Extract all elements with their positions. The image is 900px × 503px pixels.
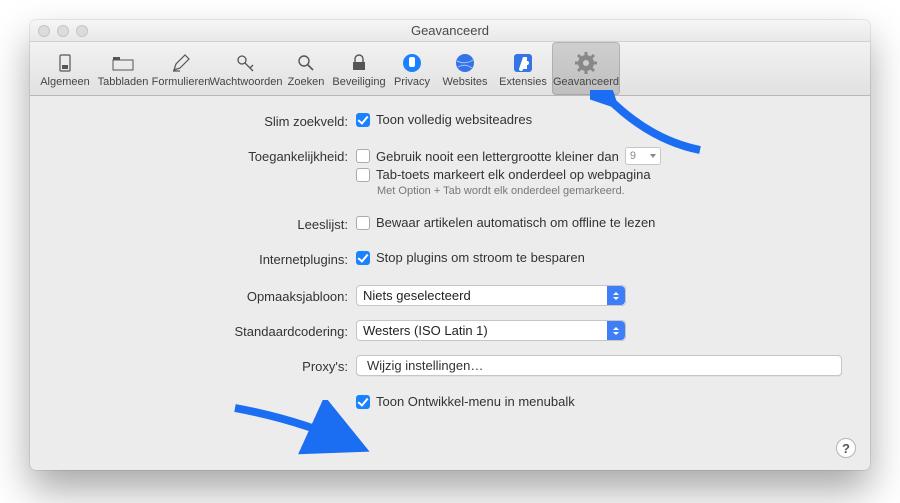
tab-security[interactable]: Beveiliging (330, 42, 388, 95)
tab-passwords[interactable]: Wachtwoorden (210, 42, 282, 95)
hint-option-tab: Met Option + Tab wordt elk onderdeel gem… (377, 185, 842, 197)
select-fontsize[interactable]: 9 (625, 147, 661, 165)
label-encoding: Standaardcodering: (58, 320, 356, 339)
checkbox-label: Tab-toets markeert elk onderdeel op webp… (376, 167, 651, 182)
button-label: Wijzig instellingen… (367, 358, 483, 373)
checkbox-icon (356, 168, 370, 182)
window-title: Geavanceerd (411, 23, 489, 38)
checkbox-min-fontsize[interactable]: Gebruik nooit een lettergrootte kleiner … (356, 147, 842, 165)
label-plugins: Internetplugins: (58, 250, 356, 267)
label-reading-list: Leeslijst: (58, 215, 356, 232)
select-value: Westers (ISO Latin 1) (363, 323, 488, 338)
select-value: Niets geselecteerd (363, 288, 471, 303)
label-smart-search: Slim zoekveld: (58, 112, 356, 129)
checkbox-tab-highlight[interactable]: Tab-toets markeert elk onderdeel op webp… (356, 167, 842, 182)
checkbox-label: Stop plugins om stroom te besparen (376, 250, 585, 265)
tab-websites[interactable]: Websites (436, 42, 494, 95)
label-stylesheet: Opmaaksjabloon: (58, 285, 356, 304)
tab-advanced[interactable]: Geavanceerd (552, 42, 620, 95)
tab-autofill[interactable]: Formulieren (152, 42, 210, 95)
tab-label: Formulieren (152, 76, 211, 89)
checkbox-save-offline[interactable]: Bewaar artikelen automatisch om offline … (356, 215, 842, 230)
hand-icon (398, 51, 426, 75)
checkbox-stop-plugins[interactable]: Stop plugins om stroom te besparen (356, 250, 842, 265)
checkbox-icon (356, 149, 370, 163)
tabs-icon (109, 51, 137, 75)
checkbox-label: Toon Ontwikkel-menu in menubalk (376, 394, 575, 409)
search-icon (292, 51, 320, 75)
select-encoding[interactable]: Westers (ISO Latin 1) (356, 320, 626, 341)
lock-icon (345, 51, 373, 75)
tab-label: Wachtwoorden (210, 76, 283, 89)
content-pane: Slim zoekveld: Toon volledig websiteadre… (30, 96, 870, 425)
chevron-updown-icon (607, 321, 625, 340)
checkbox-develop-menu[interactable]: Toon Ontwikkel-menu in menubalk (356, 394, 842, 409)
general-icon (51, 51, 79, 75)
checkbox-icon (356, 216, 370, 230)
select-value: 9 (630, 150, 636, 162)
tab-label: Beveiliging (332, 76, 385, 89)
globe-icon (451, 51, 479, 75)
label-accessibility: Toegankelijkheid: (58, 147, 356, 164)
help-button[interactable]: ? (836, 438, 856, 458)
select-stylesheet[interactable]: Niets geselecteerd (356, 285, 626, 306)
checkbox-label: Bewaar artikelen automatisch om offline … (376, 215, 655, 230)
tab-search[interactable]: Zoeken (282, 42, 330, 95)
minimize-icon[interactable] (57, 25, 69, 37)
traffic-lights (38, 25, 88, 37)
key-icon (232, 51, 260, 75)
tab-label: Extensies (499, 76, 547, 89)
checkbox-full-address[interactable]: Toon volledig websiteadres (356, 112, 842, 127)
tab-tabs[interactable]: Tabbladen (94, 42, 152, 95)
checkbox-icon (356, 113, 370, 127)
gear-icon (572, 51, 600, 75)
toolbar: Algemeen Tabbladen Formulieren Wachtwoor… (30, 42, 870, 96)
preferences-window: Geavanceerd Algemeen Tabbladen Formulier… (30, 20, 870, 470)
checkbox-label: Toon volledig websiteadres (376, 112, 532, 127)
tab-label: Algemeen (40, 76, 90, 89)
zoom-icon[interactable] (76, 25, 88, 37)
tab-label: Geavanceerd (553, 76, 619, 89)
tab-extensions[interactable]: Extensies (494, 42, 552, 95)
checkbox-label: Gebruik nooit een lettergrootte kleiner … (376, 149, 619, 164)
titlebar: Geavanceerd (30, 20, 870, 42)
tab-general[interactable]: Algemeen (36, 42, 94, 95)
label-proxy: Proxy's: (58, 355, 356, 374)
close-icon[interactable] (38, 25, 50, 37)
checkbox-icon (356, 251, 370, 265)
puzzle-icon (509, 51, 537, 75)
chevron-updown-icon (607, 286, 625, 305)
tab-privacy[interactable]: Privacy (388, 42, 436, 95)
checkbox-icon (356, 395, 370, 409)
tab-label: Websites (442, 76, 487, 89)
button-change-proxy[interactable]: Wijzig instellingen… (356, 355, 842, 376)
help-label: ? (842, 441, 850, 456)
pen-icon (167, 51, 195, 75)
tab-label: Tabbladen (98, 76, 149, 89)
tab-label: Privacy (394, 76, 430, 89)
tab-label: Zoeken (288, 76, 325, 89)
